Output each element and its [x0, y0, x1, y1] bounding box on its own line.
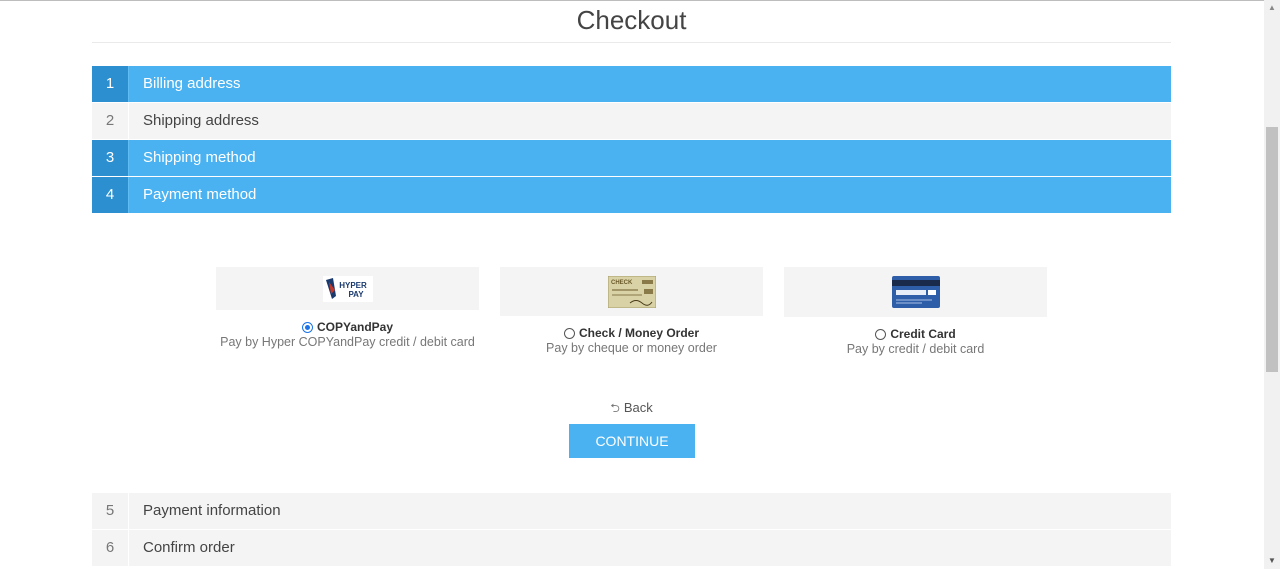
payment-method-name-row: COPYandPay: [216, 320, 479, 334]
back-link-row: ⮌ Back: [92, 399, 1171, 420]
logo-text-line-1: HYPER: [339, 281, 367, 290]
step-number: 6: [92, 530, 129, 566]
payment-method-name: Check / Money Order: [578, 326, 700, 340]
step-number: 2: [92, 103, 129, 139]
payment-radio-copyandpay[interactable]: [301, 321, 313, 333]
scroll-down-arrow-icon[interactable]: ▼: [1264, 553, 1280, 569]
payment-method-name-row: Check / Money Order: [500, 326, 763, 340]
step-number: 4: [92, 177, 129, 213]
logo-text-line-2: PAY: [348, 290, 364, 299]
back-link[interactable]: ⮌ Back: [610, 400, 653, 415]
step-label: Confirm order: [143, 539, 235, 556]
checkout-steps-remaining: 5 Payment information 6 Confirm order: [92, 493, 1171, 567]
payment-radio-credit-card[interactable]: [875, 328, 887, 340]
step-label: Shipping address: [143, 112, 259, 129]
step-number: 5: [92, 493, 129, 529]
hyperpay-logo-icon: HYPER PAY: [322, 275, 373, 302]
payment-method-description: Pay by credit / debit card: [846, 342, 985, 356]
step-confirm-order[interactable]: 6 Confirm order: [92, 530, 1171, 566]
continue-button[interactable]: CONTINUE: [569, 424, 695, 458]
credit-card-icon: [891, 276, 940, 308]
back-label: Back: [623, 400, 653, 415]
payment-logo-box: [784, 267, 1047, 317]
checkout-page: Checkout 1 Billing address 2 Shipping ad…: [92, 0, 1171, 566]
scrollbar-thumb[interactable]: [1266, 127, 1278, 372]
step-billing-address[interactable]: 1 Billing address: [92, 66, 1171, 102]
page-title: Checkout: [92, 0, 1171, 43]
step-shipping-method[interactable]: 3 Shipping method: [92, 140, 1171, 176]
payment-method-copyandpay[interactable]: HYPER PAY COPYandPay Pay by Hyper COPYan…: [216, 267, 479, 349]
checkout-steps: 1 Billing address 2 Shipping address 3 S…: [92, 66, 1171, 213]
payment-method-name: COPYandPay: [316, 320, 394, 334]
back-arrow-icon: ⮌: [610, 401, 620, 415]
step-shipping-address[interactable]: 2 Shipping address: [92, 103, 1171, 139]
payment-logo-box: HYPER PAY: [216, 267, 479, 310]
step-number: 3: [92, 140, 129, 176]
step-label: Payment information: [143, 502, 281, 519]
step-label: Shipping method: [143, 149, 256, 166]
payment-method-description: Pay by cheque or money order: [546, 341, 717, 355]
step-number: 1: [92, 66, 129, 102]
payment-method-name-row: Credit Card: [784, 327, 1047, 341]
payment-logo-box: CHECK: [500, 267, 763, 316]
check-title-text: CHECK: [611, 280, 633, 286]
payment-method-credit-card[interactable]: Credit Card Pay by credit / debit card: [784, 267, 1047, 356]
vertical-scrollbar[interactable]: ▲ ▼: [1264, 0, 1280, 569]
step-payment-information[interactable]: 5 Payment information: [92, 493, 1171, 529]
payment-radio-check-money-order[interactable]: [563, 327, 575, 339]
check-image-icon: CHECK: [607, 275, 656, 308]
step-payment-method[interactable]: 4 Payment method: [92, 177, 1171, 213]
step-label: Payment method: [143, 186, 257, 203]
payment-method-description: Pay by Hyper COPYandPay credit / debit c…: [220, 335, 475, 349]
step-label: Billing address: [143, 75, 241, 92]
scroll-up-arrow-icon[interactable]: ▲: [1264, 0, 1280, 16]
payment-method-name: Credit Card: [890, 327, 956, 341]
payment-method-check-money-order[interactable]: CHECK Check / Money Order Pay by cheque …: [500, 267, 763, 355]
